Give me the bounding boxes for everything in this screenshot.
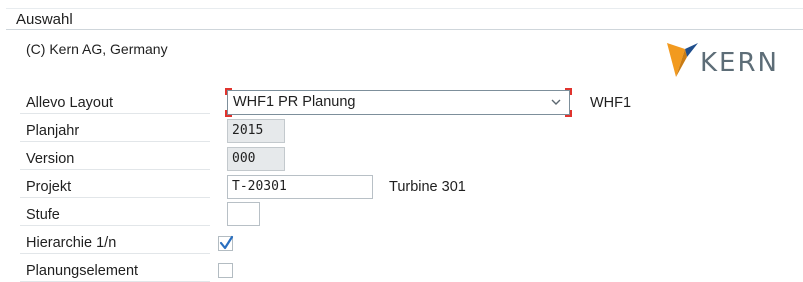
selection-panel: (C) Kern AG, Germany KERN Allevo Layout …: [6, 30, 803, 282]
copyright-text: (C) Kern AG, Germany: [26, 41, 168, 57]
layout-description: WHF1: [590, 95, 632, 111]
group-title: Auswahl: [16, 11, 73, 28]
focus-corner-top-left: [225, 88, 232, 95]
focus-corner-top-right: [565, 88, 572, 95]
label-stufe: Stufe: [20, 204, 210, 226]
allevo-layout-value: WHF1 PR Planung: [233, 94, 356, 110]
hierarchie-checkbox[interactable]: [218, 235, 234, 251]
focus-corner-bottom-right: [565, 110, 572, 117]
focus-corner-bottom-left: [225, 110, 232, 117]
checkmark-icon: [219, 235, 234, 250]
label-planjahr: Planjahr: [20, 120, 210, 142]
group-header-auswahl: Auswahl: [6, 8, 803, 30]
projekt-field[interactable]: T-20301: [227, 175, 373, 199]
chevron-down-icon[interactable]: [549, 95, 563, 109]
label-allevo-layout: Allevo Layout: [20, 92, 210, 114]
allevo-layout-dropdown[interactable]: WHF1 PR Planung: [225, 88, 572, 117]
label-version: Version: [20, 148, 210, 170]
kern-logo-mark-icon: [667, 43, 698, 77]
planungselement-checkbox[interactable]: [218, 263, 233, 278]
label-planungselement: Planungselement: [20, 260, 210, 282]
stufe-field[interactable]: [227, 202, 260, 226]
version-field[interactable]: 000: [227, 147, 285, 171]
label-projekt: Projekt: [20, 176, 210, 198]
kern-logo: KERN: [663, 41, 803, 79]
label-hierarchie: Hierarchie 1/n: [20, 232, 210, 254]
planjahr-field[interactable]: 2015: [227, 119, 285, 143]
projekt-description: Turbine 301: [389, 179, 466, 195]
logo-text: KERN: [700, 48, 779, 78]
